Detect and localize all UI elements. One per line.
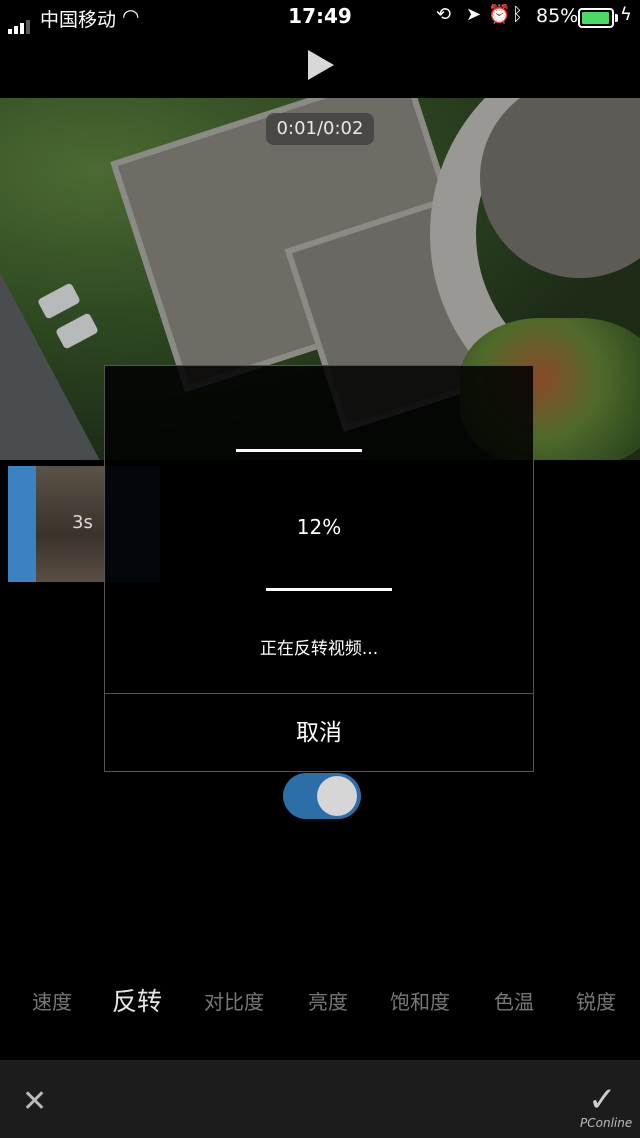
tab-brightness[interactable]: 亮度: [308, 986, 348, 1015]
watermark: PConline: [580, 1116, 633, 1130]
clip-handle[interactable]: [8, 466, 36, 582]
progress-bar: [266, 588, 392, 591]
reverse-toggle[interactable]: [283, 773, 361, 819]
status-bar: 中国移动 ◠ 17:49 ⟲ ➤ ⏰ ᛒ 85% ϟ: [0, 0, 640, 36]
clip-duration: 3s: [72, 512, 93, 533]
close-icon[interactable]: ✕: [22, 1084, 47, 1119]
progress-percent: 12%: [296, 515, 342, 539]
rotation-lock-icon: ⟲: [436, 4, 452, 25]
tool-tabs: 速度 反转 对比度 亮度 饱和度 色温 锐度: [0, 976, 640, 1020]
car-shape: [37, 282, 81, 320]
clip-thumbnail: [36, 466, 106, 582]
car-shape: [55, 312, 99, 350]
bluetooth-icon: ᛒ: [512, 4, 523, 25]
tab-speed[interactable]: 速度: [32, 986, 72, 1015]
tab-contrast[interactable]: 对比度: [204, 986, 264, 1015]
alarm-icon: ⏰: [488, 4, 511, 25]
battery-icon: [578, 8, 618, 28]
timecode: 0:01/0:02: [266, 113, 374, 145]
battery-percent: 85%: [536, 5, 579, 27]
tab-temperature[interactable]: 色温: [494, 986, 534, 1015]
tab-saturation[interactable]: 饱和度: [390, 986, 450, 1015]
cancel-button[interactable]: 取消: [104, 694, 534, 772]
play-icon[interactable]: [308, 50, 334, 80]
toggle-knob[interactable]: [317, 776, 357, 816]
location-icon: ➤: [466, 4, 482, 25]
bottom-bar: [0, 1060, 640, 1138]
tab-sharpness[interactable]: 锐度: [576, 986, 616, 1015]
charging-icon: ϟ: [620, 4, 632, 25]
dialog-divider-line: [236, 449, 362, 452]
tab-reverse[interactable]: 反转: [112, 982, 162, 1018]
progress-message: 正在反转视频...: [259, 639, 379, 659]
confirm-icon[interactable]: ✓: [588, 1080, 617, 1120]
